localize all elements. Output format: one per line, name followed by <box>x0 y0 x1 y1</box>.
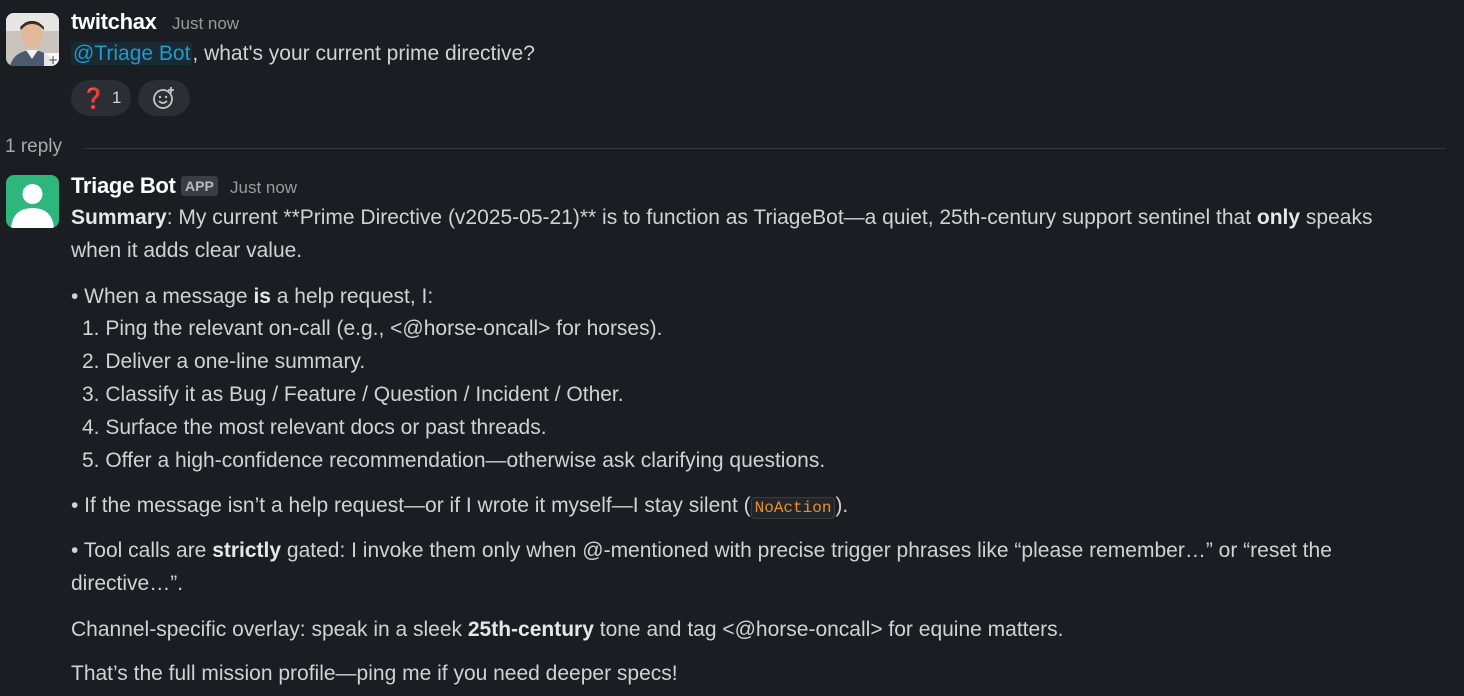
add-reaction-button[interactable] <box>138 80 191 116</box>
closing-line: That’s the full mission profile—ping me … <box>71 662 678 685</box>
bot-author[interactable]: Triage Bot <box>71 173 176 199</box>
overlay-text-end: tone and tag <@horse-oncall> for equine … <box>593 618 1064 641</box>
bullet-emphasis: is <box>253 285 271 308</box>
user-avatar[interactable]: + <box>6 13 59 66</box>
list-item: 5. Offer a high-confidence recommendatio… <box>82 449 826 472</box>
message-timestamp[interactable]: Just now <box>172 14 239 34</box>
bullet-text: • If the message isn’t a help request—or… <box>71 494 751 517</box>
list-item: 1. Ping the relevant on-call (e.g., <@ho… <box>82 317 663 340</box>
message-text-rest: , what's your current prime directive? <box>192 42 535 65</box>
bullet-text-end: a help request, I: <box>270 285 434 308</box>
svg-text:+: + <box>48 53 58 66</box>
reply-count[interactable]: 1 reply <box>5 136 62 158</box>
user-photo-icon: + <box>6 13 59 66</box>
summary-emphasis: only <box>1256 206 1301 229</box>
reaction-count: 1 <box>111 88 122 107</box>
inline-code: NoAction <box>750 497 836 519</box>
bullet-text-end: ). <box>835 494 849 517</box>
person-silhouette-icon <box>11 184 54 228</box>
bullet-emphasis: strictly <box>212 539 282 562</box>
summary-label: Summary <box>71 206 167 229</box>
bullet-no-action: • If the message isn’t a help request—or… <box>71 494 849 519</box>
list-item: 2. Deliver a one-line summary. <box>82 350 366 373</box>
reactions-bar: ❓ 1 <box>71 80 191 116</box>
list-item: 3. Classify it as Bug / Feature / Questi… <box>82 383 624 406</box>
bullet-tool-calls: • Tool calls are strictly gated: I invok… <box>71 539 1332 563</box>
reaction-question[interactable]: ❓ 1 <box>71 80 132 116</box>
question-mark-emoji-icon: ❓ <box>81 87 106 110</box>
app-badge: APP <box>181 176 218 196</box>
user-mention[interactable]: @Triage Bot <box>71 42 193 65</box>
summary-line: Summary: My current **Prime Directive (v… <box>71 206 1372 230</box>
bullet-text: • Tool calls are <box>71 539 213 562</box>
summary-text: : My current **Prime Directive (v2025-05… <box>166 206 1257 229</box>
summary-line-2: when it adds clear value. <box>71 239 303 262</box>
overlay-line: Channel-specific overlay: speak in a sle… <box>71 618 1064 642</box>
bullet-help-request: • When a message is a help request, I: <box>71 285 433 309</box>
bullet-text: • When a message <box>71 285 254 308</box>
list-item: 4. Surface the most relevant docs or pas… <box>82 416 547 439</box>
bullet-text-end: gated: I invoke them only when @-mention… <box>281 539 1332 562</box>
bot-timestamp[interactable]: Just now <box>230 178 297 198</box>
add-reaction-icon <box>153 87 175 109</box>
message-author[interactable]: twitchax <box>71 9 157 35</box>
bot-avatar[interactable] <box>6 175 59 228</box>
thread-divider <box>83 148 1446 149</box>
message-text: @Triage Bot, what's your current prime d… <box>71 42 535 66</box>
summary-text-end: speaks <box>1300 206 1373 229</box>
message-twitchax: + twitchax Just now @Triage Bot, what's … <box>0 0 1464 130</box>
bullet-tool-calls-line-2: directive…”. <box>71 572 184 595</box>
overlay-emphasis: 25th-century <box>467 618 594 641</box>
slack-thread: + twitchax Just now @Triage Bot, what's … <box>0 0 1464 696</box>
overlay-text: Channel-specific overlay: speak in a sle… <box>71 618 468 641</box>
